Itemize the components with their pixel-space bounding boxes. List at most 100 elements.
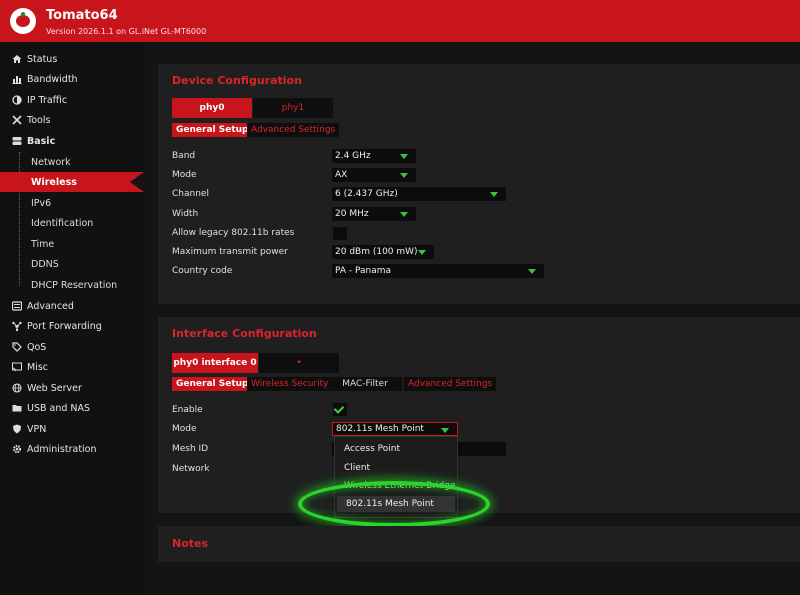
notes-title: Notes (172, 537, 209, 550)
cast-icon (11, 361, 23, 373)
sidebar-item-ip-traffic[interactable]: IP Traffic (0, 90, 144, 110)
half-circle-icon (11, 94, 23, 106)
sidebar-item-label: Web Server (27, 382, 82, 394)
sidebar-subitem-network[interactable]: Network (0, 152, 144, 172)
if-mode-value: 802.11s Mesh Point (336, 424, 424, 434)
dropdown-option-access-point[interactable]: Access Point (335, 441, 457, 457)
mode-select[interactable]: AX (332, 168, 416, 182)
enable-label: Enable (172, 405, 203, 415)
sidebar-item-basic[interactable]: Basic (0, 131, 144, 151)
subtab-advanced-settings[interactable]: Advanced Settings (247, 123, 340, 137)
wrench-icon (11, 114, 23, 126)
mode-value: AX (335, 170, 348, 180)
chevron-down-icon (400, 173, 408, 178)
country-code-label: Country code (172, 266, 233, 276)
interface-config-card: Interface Configuration (158, 317, 800, 513)
tab-add-interface[interactable]: • (259, 353, 339, 373)
band-label: Band (172, 151, 196, 161)
sidebar-item-label: Advanced (27, 300, 74, 312)
legacy-rates-checkbox[interactable] (333, 227, 347, 240)
sidebar-item-label: USB and NAS (27, 402, 91, 414)
folder-icon (11, 402, 23, 414)
sidebar-item-label: QoS (27, 341, 47, 353)
sidebar-item-label: Port Forwarding (27, 320, 102, 332)
app-header: Tomato64 Version 2026.1.1 on GL.iNet GL-… (0, 0, 800, 42)
sidebar-item-vpn[interactable]: VPN (0, 419, 144, 439)
band-value: 2.4 GHz (335, 151, 371, 161)
sidebar-subitem-ipv6[interactable]: IPv6 (0, 193, 144, 213)
sidebar-item-label: VPN (27, 423, 47, 435)
notes-card: Notes (158, 526, 800, 562)
chevron-down-icon (400, 212, 408, 217)
app-version: Version 2026.1.1 on GL.iNet GL-MT6000 (46, 27, 207, 36)
band-select[interactable]: 2.4 GHz (332, 149, 416, 163)
sidebar-item-label: Tools (27, 114, 51, 126)
checkmark-icon (333, 403, 345, 414)
device-config-title: Device Configuration (172, 74, 302, 87)
dropdown-option-client[interactable]: Client (335, 460, 457, 476)
sidebar-subitem-time[interactable]: Time (0, 234, 144, 254)
bar-chart-icon (11, 73, 23, 85)
chevron-down-icon (400, 154, 408, 159)
sidebar-item-label: Basic (27, 135, 56, 147)
sidebar-item-label: IP Traffic (27, 94, 68, 106)
sidebar-subitem-identification[interactable]: Identification (0, 213, 144, 233)
chevron-down-icon (528, 269, 536, 274)
network-label: Network (172, 464, 210, 474)
home-icon (11, 53, 23, 65)
subtab-advanced-settings[interactable]: Advanced Settings (404, 377, 497, 391)
sidebar-item-label: Misc (27, 361, 49, 373)
tomato-logo-icon (10, 8, 36, 34)
chevron-down-icon (418, 250, 426, 255)
highlight-ellipse (298, 481, 490, 527)
width-select[interactable]: 20 MHz (332, 207, 416, 221)
mode-label: Mode (172, 170, 197, 180)
if-mode-label: Mode (172, 424, 197, 434)
sidebar-item-bandwidth[interactable]: Bandwidth (0, 69, 144, 89)
subtab-general-setup[interactable]: General Setup (172, 123, 253, 137)
sidebar-item-status[interactable]: Status (0, 49, 144, 69)
tab-phy0-interface-0[interactable]: phy0 interface 0 (172, 353, 258, 373)
tx-power-value: 20 dBm (100 mW) (335, 247, 418, 257)
network-icon (11, 320, 23, 332)
if-mode-select[interactable]: 802.11s Mesh Point (332, 422, 458, 436)
country-code-value: PA - Panama (335, 266, 392, 276)
sidebar-item-administration[interactable]: Administration (0, 439, 144, 459)
sidebar-item-advanced[interactable]: Advanced (0, 296, 144, 316)
sidebar-item-usb-and-nas[interactable]: USB and NAS (0, 398, 144, 418)
channel-label: Channel (172, 189, 209, 199)
sidebar-item-misc[interactable]: Misc (0, 357, 144, 377)
sidebar-item-web-server[interactable]: Web Server (0, 378, 144, 398)
subtab-wireless-security[interactable]: Wireless Security (247, 377, 333, 391)
width-value: 20 MHz (335, 209, 369, 219)
legacy-rates-label: Allow legacy 802.11b rates (172, 228, 295, 238)
tab-phy0[interactable]: phy0 (172, 98, 252, 118)
width-label: Width (172, 209, 199, 219)
channel-select[interactable]: 6 (2.437 GHz) (332, 187, 506, 201)
chevron-down-icon (490, 192, 498, 197)
channel-value: 6 (2.437 GHz) (335, 189, 398, 199)
tx-power-label: Maximum transmit power (172, 247, 288, 257)
tx-power-select[interactable]: 20 dBm (100 mW) (332, 245, 434, 259)
country-code-select[interactable]: PA - Panama (332, 264, 544, 278)
shield-icon (11, 423, 23, 435)
sidebar-subitem-dhcp-reservation[interactable]: DHCP Reservation (0, 275, 144, 295)
server-icon (11, 135, 23, 147)
subtab-general-setup[interactable]: General Setup (172, 377, 253, 391)
sidebar-item-tools[interactable]: Tools (0, 110, 144, 130)
chevron-down-icon (441, 428, 449, 433)
subtab-mac-filter[interactable]: MAC-Filter (328, 377, 402, 391)
sidebar-item-qos[interactable]: QoS (0, 337, 144, 357)
app-title: Tomato64 (46, 8, 118, 23)
gear-icon (11, 443, 23, 455)
enable-checkbox[interactable] (333, 403, 347, 416)
sidebar: Status Bandwidth IP Traffic Tools Basic (0, 42, 144, 595)
sidebar-item-label: Status (27, 53, 58, 65)
sidebar-subitem-ddns[interactable]: DDNS (0, 254, 144, 274)
sidebar-item-label: Administration (27, 443, 97, 455)
sidebar-item-port-forwarding[interactable]: Port Forwarding (0, 316, 144, 336)
tag-icon (11, 341, 23, 353)
sliders-icon (11, 300, 23, 312)
tab-phy1[interactable]: phy1 (253, 98, 333, 118)
sidebar-subitem-wireless[interactable]: Wireless (0, 172, 144, 192)
